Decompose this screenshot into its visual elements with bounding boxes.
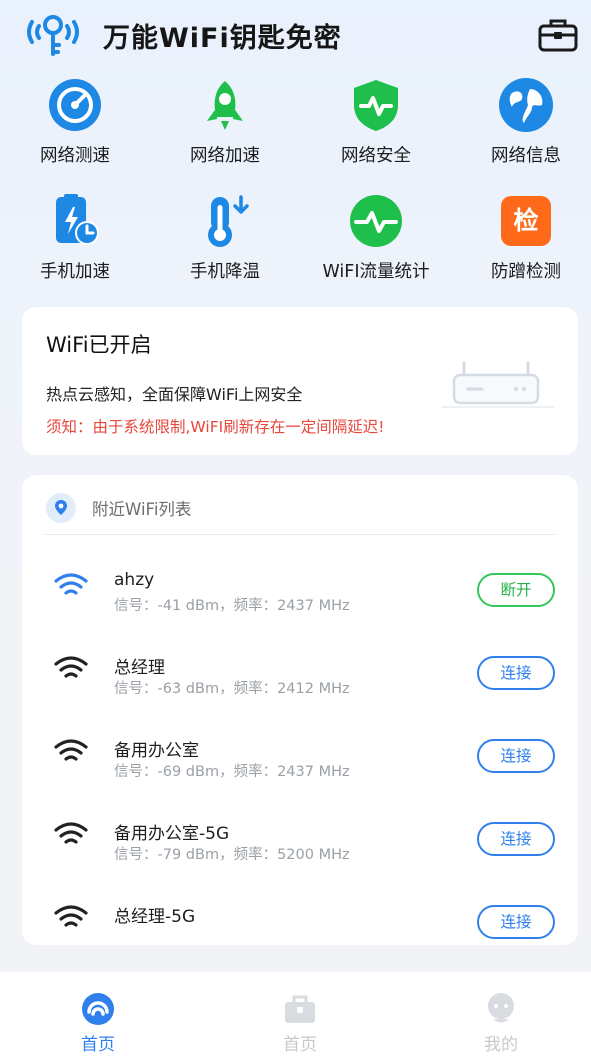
router-icon xyxy=(442,361,554,408)
tool-label: 防蹭检测 xyxy=(491,262,561,282)
tool-network-speed[interactable]: 网络测速 xyxy=(0,77,150,167)
wifi-ssid: 备用办公室 xyxy=(114,741,199,761)
toolbox-icon[interactable] xyxy=(538,18,578,52)
tool-phone-cooling[interactable]: 手机降温 xyxy=(150,193,300,283)
connect-button[interactable]: 连接 xyxy=(477,739,555,773)
check-badge-icon: 检 xyxy=(498,193,554,249)
tool-anti-leech[interactable]: 检 防蹭检测 xyxy=(451,193,591,283)
tool-label: 手机加速 xyxy=(40,262,110,282)
globe-icon xyxy=(498,77,554,133)
wifi-meta: 信号：-63 dBm，频率：2412 MHz xyxy=(114,681,350,697)
thermometer-icon xyxy=(197,193,253,249)
tab-tools[interactable]: 首页 xyxy=(240,992,360,1055)
wifi-signal-icon xyxy=(54,573,88,595)
wifi-row[interactable]: 总经理 信号：-63 dBm，频率：2412 MHz 连接 xyxy=(22,618,578,701)
tab-label: 我的 xyxy=(484,1035,518,1055)
wifi-list: ahzy 信号：-41 dBm，频率：2437 MHz 断开 总经理 信号：-6… xyxy=(22,535,578,945)
wifi-signal-icon xyxy=(54,739,88,761)
phone-boost-icon xyxy=(47,193,103,249)
check-badge-text: 检 xyxy=(501,196,551,246)
tool-label: 网络加速 xyxy=(190,146,260,166)
profile-tab-icon xyxy=(484,992,518,1026)
nearby-wifi-card: 附近WiFi列表 ahzy 信号：-41 dBm，频率：2437 MHz 断开 … xyxy=(22,475,578,945)
wifi-meta: 信号：-69 dBm，频率：2437 MHz xyxy=(114,764,350,780)
app-title: 万能WiFi钥匙免密 xyxy=(103,23,342,54)
wifi-meta: 信号：-41 dBm，频率：2437 MHz xyxy=(114,598,350,614)
wifi-ssid: 总经理-5G xyxy=(114,907,196,927)
tool-label: WiFI流量统计 xyxy=(322,262,430,282)
tool-label: 网络安全 xyxy=(341,146,411,166)
status-description: 热点云感知，全面保障WiFi上网安全 xyxy=(46,385,303,404)
tool-network-security[interactable]: 网络安全 xyxy=(301,77,451,167)
wifi-signal-icon xyxy=(54,905,88,927)
wifi-row[interactable]: 总经理-5G 连接 xyxy=(22,867,578,945)
wifi-status-card: WiFi已开启 热点云感知，全面保障WiFi上网安全 须知：由于系统限制,WiF… xyxy=(22,307,578,455)
wifi-signal-icon xyxy=(54,656,88,678)
bottom-tab-bar: 首页 首页 我的 xyxy=(0,972,591,1060)
nearby-wifi-title: 附近WiFi列表 xyxy=(92,500,192,519)
tab-home[interactable]: 首页 xyxy=(38,992,158,1055)
connect-button[interactable]: 连接 xyxy=(477,822,555,856)
wifi-ssid: 总经理 xyxy=(114,658,165,678)
connect-button[interactable]: 连接 xyxy=(477,905,555,939)
home-tab-icon xyxy=(81,992,115,1026)
status-title: WiFi已开启 xyxy=(46,333,152,357)
wifi-row[interactable]: 备用办公室 信号：-69 dBm，频率：2437 MHz 连接 xyxy=(22,701,578,784)
nearby-wifi-header: 附近WiFi列表 xyxy=(46,493,556,523)
tool-network-boost[interactable]: 网络加速 xyxy=(150,77,300,167)
wifi-row[interactable]: 备用办公室-5G 信号：-79 dBm，频率：5200 MHz 连接 xyxy=(22,784,578,867)
status-warning: 须知：由于系统限制,WiFI刷新存在一定间隔延迟! xyxy=(46,418,385,436)
toolbox-tab-icon xyxy=(283,992,317,1026)
wifi-key-icon xyxy=(27,15,79,56)
tool-phone-boost[interactable]: 手机加速 xyxy=(0,193,150,283)
shield-pulse-icon xyxy=(348,77,404,133)
wifi-row[interactable]: ahzy 信号：-41 dBm，频率：2437 MHz 断开 xyxy=(22,535,578,618)
wifi-ssid: 备用办公室-5G xyxy=(114,824,230,844)
app-header: 万能WiFi钥匙免密 xyxy=(0,0,591,72)
connect-button[interactable]: 连接 xyxy=(477,656,555,690)
tool-label: 手机降温 xyxy=(190,262,260,282)
wifi-signal-icon xyxy=(54,822,88,844)
tool-label: 网络测速 xyxy=(40,146,110,166)
rocket-icon xyxy=(197,77,253,133)
wifi-ssid: ahzy xyxy=(114,570,155,590)
speedometer-icon xyxy=(47,77,103,133)
location-pin-icon xyxy=(46,493,76,523)
tool-wifi-traffic[interactable]: WiFI流量统计 xyxy=(301,193,451,283)
tab-label: 首页 xyxy=(81,1035,115,1055)
tab-label: 首页 xyxy=(283,1035,317,1055)
traffic-pulse-icon xyxy=(348,193,404,249)
disconnect-button[interactable]: 断开 xyxy=(477,573,555,607)
tab-mine[interactable]: 我的 xyxy=(441,992,561,1055)
wifi-meta: 信号：-79 dBm，频率：5200 MHz xyxy=(114,847,350,863)
tool-network-info[interactable]: 网络信息 xyxy=(451,77,591,167)
tool-label: 网络信息 xyxy=(491,146,561,166)
